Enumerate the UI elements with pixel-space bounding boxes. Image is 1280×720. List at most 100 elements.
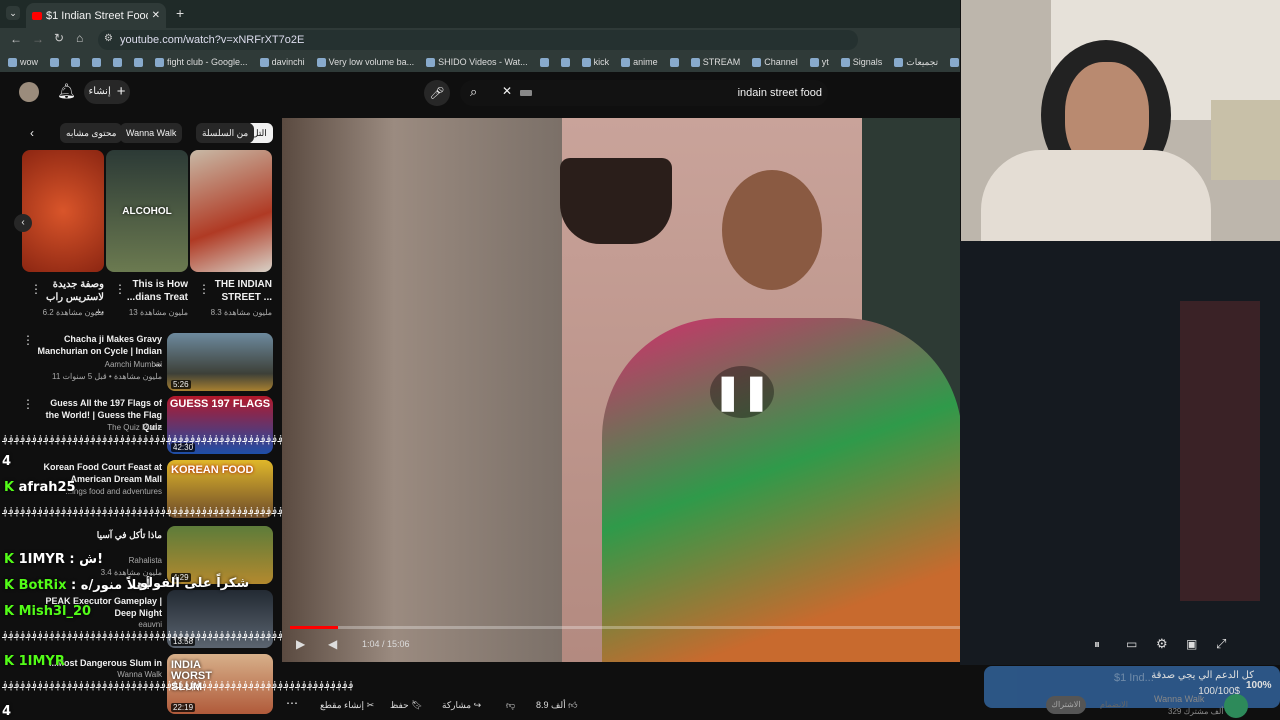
short-thumbnail-0[interactable] [190, 150, 272, 272]
bookmark-item[interactable]: yt [809, 57, 829, 67]
video-thumbnail-0[interactable]: 5:26 [167, 333, 273, 391]
bookmark-icon [426, 57, 436, 67]
share-button[interactable]: مشاركة ↪ [442, 695, 481, 715]
bookmark-label: SHIDO Videos - Wat... [438, 57, 528, 67]
like-button[interactable]: 8.9 ألف 👍︎ [536, 695, 578, 715]
dislike-icon: 👎︎ [506, 700, 516, 710]
bookmark-icon [316, 57, 326, 67]
bookmark-icon [539, 57, 549, 67]
home-icon[interactable]: ⌂ [76, 31, 83, 45]
bookmark-item[interactable]: Signals [840, 57, 882, 67]
chip-1[interactable]: من السلسلة [196, 123, 255, 143]
bookmark-item[interactable]: wow [8, 57, 38, 67]
bookmark-icon [8, 57, 17, 67]
bookmark-item[interactable] [539, 57, 549, 67]
video-channel-5[interactable]: Wanna Walk [36, 670, 162, 679]
play-icon[interactable]: ▶ [296, 637, 305, 651]
clear-search-icon[interactable]: ✕ [502, 84, 512, 98]
search-icon[interactable]: ⌕ [470, 84, 477, 100]
address-bar[interactable]: youtube.com/watch?v=xNRFrXT7o2E [98, 30, 858, 50]
short-menu-icon-0[interactable]: ⋮ [198, 282, 210, 296]
bookmark-item[interactable]: Channel [752, 57, 798, 67]
search-input[interactable]: indain street food [460, 80, 828, 106]
save-label: حفظ [390, 700, 409, 710]
fullscreen-icon[interactable]: ⤢ [1216, 636, 1226, 652]
short-title-1[interactable]: This is How ...dians Treat [126, 278, 188, 304]
bookmark-item[interactable]: Very low volume ba... [316, 57, 415, 67]
volume-icon[interactable]: ◀ [328, 637, 337, 651]
settings-gear-icon[interactable]: ⚙ [1156, 636, 1168, 652]
channel-name[interactable]: Wanna Walk [1154, 694, 1204, 704]
bookmark-label: Very low volume ba... [328, 57, 415, 67]
tab-title: $1 Indian Street Food [46, 9, 148, 22]
chat-user-0[interactable]: afrah25 [19, 480, 76, 495]
miniplayer-icon[interactable]: ▣ [1186, 637, 1197, 651]
avatar[interactable] [19, 82, 39, 102]
progress-bar[interactable] [290, 626, 960, 629]
site-info-icon[interactable]: ⚙ [104, 33, 113, 44]
save-button[interactable]: حفظ 🔖︎ [390, 695, 423, 715]
reload-icon[interactable]: ↻ [54, 31, 64, 45]
subscribe-button[interactable]: الاشتراك [1046, 696, 1086, 714]
bookmark-item[interactable] [71, 57, 81, 67]
short-views-1: 13 مليون مشاهدة [128, 308, 188, 317]
video-channel-0[interactable]: Aamchi Mumbai [36, 360, 162, 369]
chat-user-4[interactable]: 1IMYR [19, 654, 65, 669]
create-button[interactable]: إنشاء + [84, 80, 130, 104]
short-menu-icon-1[interactable]: ⋮ [114, 282, 126, 296]
chip-2[interactable]: Wanna Walk [120, 123, 183, 143]
back-icon[interactable]: ← [10, 32, 22, 46]
bookmark-item[interactable] [113, 57, 123, 67]
video-channel-1[interactable]: The Quiz Place [36, 423, 162, 432]
video-player[interactable]: ❚❚ [282, 118, 960, 662]
bookmark-item[interactable] [92, 57, 102, 67]
voice-search-icon[interactable]: 🎤︎ [424, 80, 450, 106]
bookmark-label: تجميعات [906, 56, 939, 67]
bookmark-item[interactable]: ani [950, 57, 960, 67]
channel-avatar[interactable] [1224, 694, 1248, 718]
shorts-prev-icon[interactable]: ‹ [14, 214, 32, 232]
bookmark-item[interactable]: STREAM [690, 57, 740, 67]
bookmark-item[interactable]: anime [621, 57, 658, 67]
short-menu-icon-2[interactable]: ⋮ [30, 282, 42, 296]
chip-3[interactable]: محتوى مشابه [60, 123, 123, 143]
chat-user-1[interactable]: 1IMYR [19, 552, 65, 567]
new-tab-icon[interactable]: + [176, 5, 184, 21]
bookmark-item[interactable]: kick [581, 57, 609, 67]
bookmark-item[interactable]: fight club - Google... [155, 57, 248, 67]
short-views-0: 8.3 مليون مشاهدة [210, 308, 272, 317]
keyboard-icon[interactable] [520, 90, 532, 96]
video-menu-icon-0[interactable]: ⋮ [22, 333, 34, 347]
video-menu-icon-1[interactable]: ⋮ [22, 397, 34, 411]
like-count: 8.9 ألف [536, 700, 566, 710]
bookmark-item[interactable] [50, 57, 60, 67]
join-button[interactable]: الانضمام [1100, 700, 1128, 709]
chips-prev-icon[interactable]: ‹ [30, 126, 34, 140]
tab-list-icon[interactable]: ⌄ [6, 6, 20, 20]
clip-button[interactable]: إنشاء مقطع ✂ [320, 695, 374, 715]
short-thumbnail-2[interactable] [22, 150, 104, 272]
chat-user-2[interactable]: BotRix [19, 578, 67, 593]
bookmark-item[interactable] [134, 57, 144, 67]
browser-tab-active[interactable]: $1 Indian Street Food ✕ [26, 3, 166, 28]
bookmark-item[interactable] [669, 57, 679, 67]
forward-icon[interactable]: → [32, 32, 44, 46]
video-thumbnail-1[interactable]: GUESS 197 FLAGS 42:30 [167, 396, 273, 454]
tab-close-icon[interactable]: ✕ [152, 4, 160, 28]
pause-icon[interactable]: ❚❚ [710, 366, 774, 418]
bookmark-item[interactable]: SHIDO Videos - Wat... [426, 57, 528, 67]
chat-user-3[interactable]: Mish3l_20 [19, 604, 91, 619]
subtitles-icon[interactable]: ▭ [1126, 637, 1137, 651]
video-title-3[interactable]: ماذا تأكل في آسيا [36, 529, 162, 541]
video-channel-4[interactable]: eauvni [36, 620, 162, 629]
more-actions-icon[interactable]: ⋯ [286, 696, 298, 710]
short-title-0[interactable]: THE INDIAN STREET ... [210, 278, 272, 304]
bookmark-item[interactable]: davinchi [259, 57, 305, 67]
bookmark-item[interactable]: تجميعات [894, 57, 938, 68]
bookmark-item[interactable] [560, 57, 570, 67]
short-thumbnail-1[interactable]: ALCOHOL [106, 150, 188, 272]
notifications-icon[interactable]: 🔔︎ [57, 82, 76, 100]
dislike-button[interactable]: 👎︎ [506, 695, 515, 715]
autoplay-toggle-icon[interactable]: ⏸︎ [1094, 637, 1100, 652]
scissors-icon: ✂ [366, 700, 375, 710]
